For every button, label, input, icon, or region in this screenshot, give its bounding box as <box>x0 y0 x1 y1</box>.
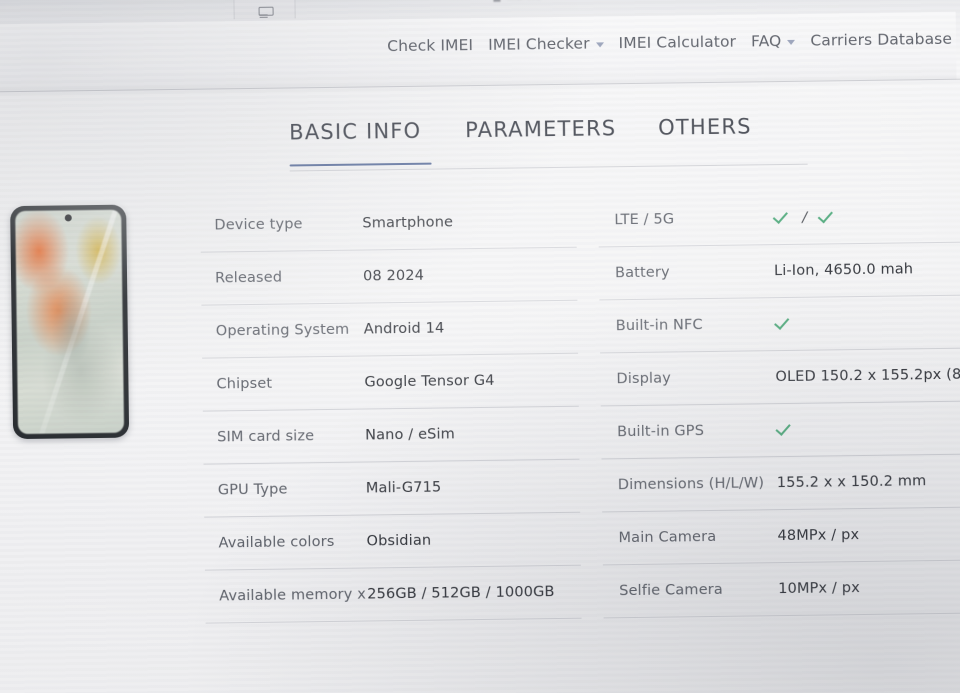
check-icon <box>819 207 836 224</box>
spec-label: SIM card size <box>217 428 315 446</box>
spec-row-released: Released 08 2024 <box>200 247 578 306</box>
nav-item-imei-calculator[interactable]: IMEI Calculator <box>618 33 736 53</box>
spec-value: Android 14 <box>363 320 445 338</box>
browser-tab[interactable] <box>233 0 296 20</box>
spec-label: Available colors <box>218 533 335 552</box>
screenshot-root: imei info Check IMEI IMEI Checker IMEI C… <box>0 0 960 693</box>
nav-label: IMEI Checker <box>487 34 590 54</box>
spec-label: Built-in NFC <box>615 317 703 335</box>
spec-value: Mali-G715 <box>365 479 442 497</box>
tab-parameters[interactable]: PARAMETERS <box>465 116 659 165</box>
spec-row-main-camera: Main Camera 48MPx / px <box>602 507 960 566</box>
spec-label: Released <box>214 269 283 287</box>
spec-label: Dimensions (H/L/W) <box>617 475 765 494</box>
main-nav: Check IMEI IMEI Checker IMEI Calculator … <box>0 22 956 69</box>
chevron-down-icon <box>595 41 604 47</box>
spec-value: 155.2 x x 150.2 mm <box>776 472 927 491</box>
device-image <box>10 204 130 440</box>
spec-row-display: Display OLED 150.2 x 155.2px (8) <box>600 348 960 407</box>
spec-label: Device type <box>214 216 303 234</box>
spec-row-sim-card-size: SIM card size Nano / eSim <box>202 406 580 465</box>
nav-label: FAQ <box>750 32 782 51</box>
value-separator: / <box>800 209 809 226</box>
spec-value: 08 2024 <box>362 267 425 285</box>
spec-label: Main Camera <box>618 528 717 547</box>
site-header: Check IMEI IMEI Checker IMEI Calculator … <box>0 11 957 93</box>
spec-row-available-memory: Available memory x 256GB / 512GB / 1000G… <box>204 565 582 624</box>
spec-row-device-type: Device type Smartphone <box>200 194 577 253</box>
spec-label: LTE / 5G <box>614 211 675 229</box>
spec-label: Chipset <box>216 375 273 393</box>
spec-value: 256GB / 512GB / 1000GB <box>367 583 555 603</box>
page-content: imei info Check IMEI IMEI Checker IMEI C… <box>0 0 960 693</box>
spec-row-dimensions: Dimensions (H/L/W) 155.2 x x 150.2 mm <box>601 454 960 513</box>
check-icon <box>776 420 793 437</box>
spec-value <box>776 418 960 440</box>
spec-value: / <box>773 206 960 228</box>
chevron-down-icon <box>787 39 796 45</box>
spec-table-left: Device type Smartphone Released 08 2024 … <box>200 194 582 624</box>
spec-row-battery: Battery Li-Ion, 4650.0 mah <box>598 242 960 301</box>
check-icon <box>773 208 790 225</box>
spec-value: Li-Ion, 4650.0 mah <box>773 260 914 279</box>
spec-label: Available memory x <box>219 586 367 605</box>
tab-others[interactable]: OTHERS <box>658 114 779 162</box>
spec-row-gpu-type: GPU Type Mali-G715 <box>203 459 581 518</box>
chrome-blurred-favicon <box>493 0 501 2</box>
spec-value: 10MPx / px <box>778 579 860 597</box>
spec-value: Nano / eSim <box>365 425 456 444</box>
nav-label: IMEI Calculator <box>618 32 737 53</box>
spec-row-built-in-gps: Built-in GPS <box>600 401 960 460</box>
tab-label: OTHERS <box>657 114 752 140</box>
spec-label: Battery <box>614 264 670 282</box>
spec-value <box>775 312 960 334</box>
nav-label: Carriers Database <box>810 29 953 50</box>
spec-value: Obsidian <box>366 532 432 550</box>
spec-label: Display <box>616 370 672 388</box>
tab-label: BASIC INFO <box>289 118 422 145</box>
nav-label: Check IMEI <box>387 36 474 56</box>
nav-item-carriers-database[interactable]: Carriers Database <box>810 30 952 50</box>
spec-label: Built-in GPS <box>617 423 705 441</box>
spec-label: Operating System <box>215 321 350 340</box>
spec-value: 48MPx / px <box>777 526 860 544</box>
nav-item-imei-checker[interactable]: IMEI Checker <box>488 34 604 54</box>
tab-label: PARAMETERS <box>465 116 617 143</box>
spec-row-lte-5g: LTE / 5G / <box>598 189 960 248</box>
spec-label: GPU Type <box>217 481 288 499</box>
spec-value: OLED 150.2 x 155.2px (8) <box>775 366 960 385</box>
spec-value: Google Tensor G4 <box>364 372 495 391</box>
device-glare <box>10 204 130 440</box>
monitor-icon <box>258 7 271 18</box>
device-body <box>10 204 130 440</box>
spec-row-built-in-nfc: Built-in NFC <box>599 295 960 354</box>
chrome-blurred-text: imei info <box>507 0 541 2</box>
tab-bar: BASIC INFO PARAMETERS OTHERS <box>289 114 779 166</box>
spec-row-available-colors: Available colors Obsidian <box>204 512 581 571</box>
spec-row-selfie-camera: Selfie Camera 10MPx / px <box>602 560 960 619</box>
spec-label: Selfie Camera <box>619 581 723 600</box>
nav-item-check-imei[interactable]: Check IMEI <box>387 36 473 55</box>
tab-basic-info[interactable]: BASIC INFO <box>289 118 466 166</box>
nav-item-faq[interactable]: FAQ <box>750 32 796 51</box>
check-icon <box>775 314 792 331</box>
spec-row-chipset: Chipset Google Tensor G4 <box>202 353 579 412</box>
spec-table-right: LTE / 5G / Battery Li-Ion, 4650.0 mah Bu… <box>598 189 960 619</box>
spec-value: Smartphone <box>362 213 454 232</box>
spec-row-operating-system: Operating System Android 14 <box>201 300 579 359</box>
